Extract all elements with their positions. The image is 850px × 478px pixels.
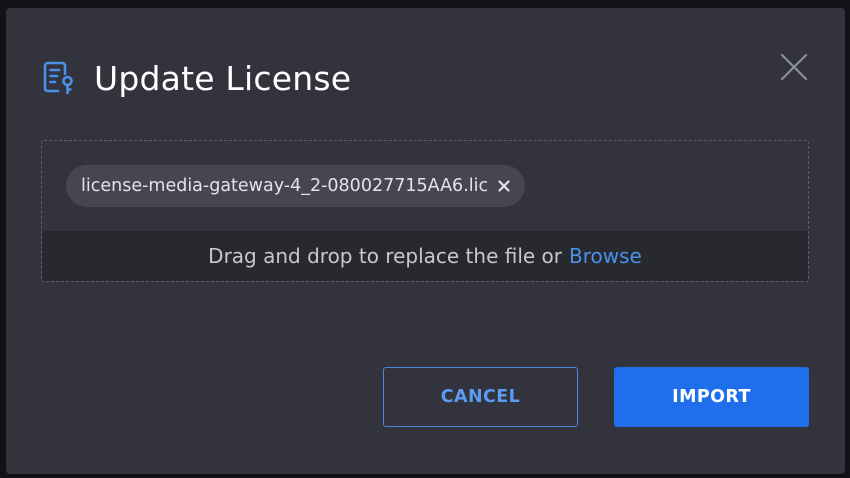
- close-icon: [780, 53, 808, 85]
- update-license-dialog: Update License license-media-gateway-4_2…: [6, 8, 845, 474]
- selected-file-area: license-media-gateway-4_2-080027715AA6.l…: [42, 141, 808, 231]
- close-button[interactable]: [778, 53, 810, 85]
- dialog-title: Update License: [94, 58, 352, 98]
- file-dropzone[interactable]: license-media-gateway-4_2-080027715AA6.l…: [41, 140, 809, 282]
- license-key-icon: [42, 59, 76, 97]
- dialog-header: Update License: [42, 58, 351, 98]
- cancel-button[interactable]: CANCEL: [383, 367, 578, 427]
- remove-file-icon[interactable]: [498, 180, 510, 192]
- drop-hint-text: Drag and drop to replace the file or: [208, 244, 562, 268]
- import-button[interactable]: IMPORT: [614, 367, 809, 427]
- file-name: license-media-gateway-4_2-080027715AA6.l…: [81, 176, 489, 196]
- file-chip: license-media-gateway-4_2-080027715AA6.l…: [66, 165, 526, 207]
- browse-link[interactable]: Browse: [569, 244, 642, 268]
- drop-hint: Drag and drop to replace the file or Bro…: [42, 231, 808, 281]
